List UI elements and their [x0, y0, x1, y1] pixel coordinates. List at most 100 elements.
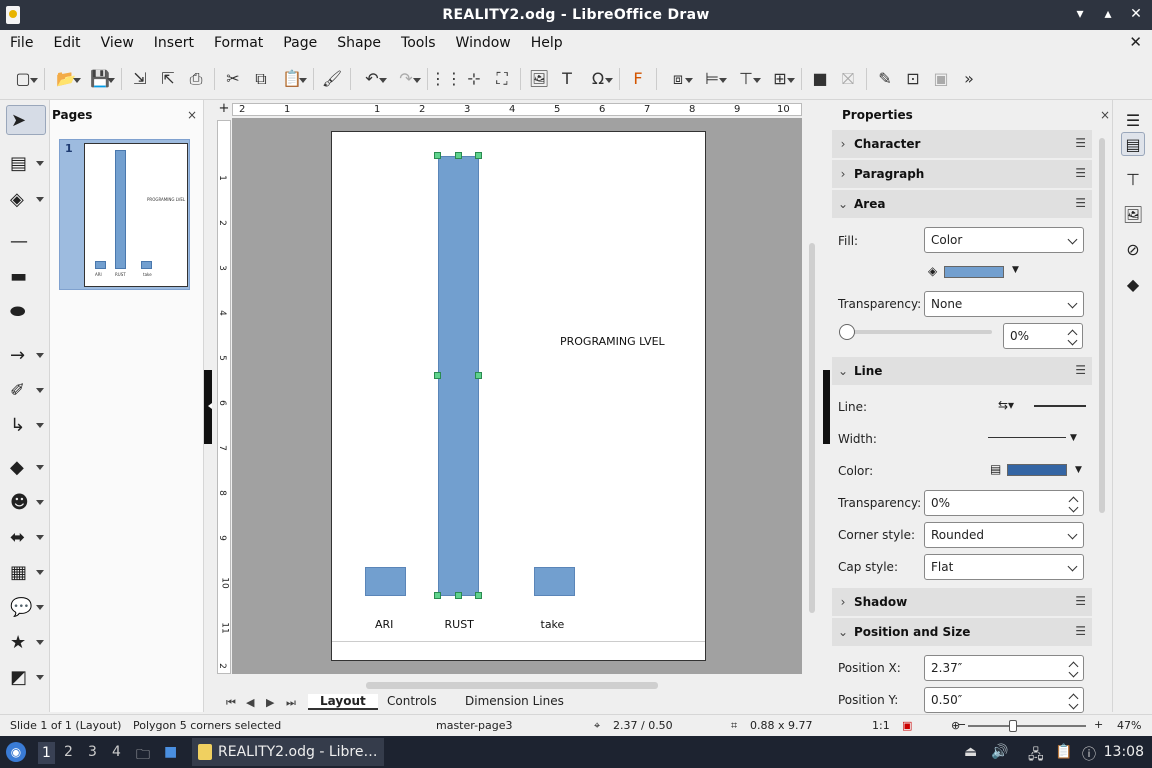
- fill-color-icon[interactable]: ◈: [6, 184, 46, 214]
- bar-label-take[interactable]: take: [541, 618, 565, 631]
- line-edit-icon[interactable]: ✎: [871, 65, 899, 93]
- connector-tool-icon[interactable]: ↳: [6, 410, 46, 440]
- fontwork-icon[interactable]: F: [624, 65, 652, 93]
- vertical-scroll-thumb[interactable]: [809, 243, 815, 613]
- clone-formatting-icon[interactable]: 🖌: [318, 65, 346, 93]
- tab-dimension-lines[interactable]: Dimension Lines: [453, 694, 576, 708]
- 3d-objects-icon[interactable]: ◩: [6, 662, 46, 692]
- section-paragraph[interactable]: › Paragraph ☰: [832, 160, 1092, 188]
- redo-icon[interactable]: ↷: [389, 65, 423, 93]
- callouts-icon[interactable]: 💬: [6, 592, 46, 622]
- volume-icon[interactable]: 🔊: [991, 744, 1008, 760]
- selection-handle[interactable]: [475, 592, 482, 599]
- menu-window[interactable]: Window: [446, 35, 521, 51]
- hamburger-icon[interactable]: ☰: [1121, 108, 1145, 132]
- position-x-field[interactable]: 2.37″: [924, 655, 1084, 681]
- chevron-down-icon[interactable]: ▼: [1070, 433, 1077, 443]
- line-arrows-icon[interactable]: ⇆▾: [998, 398, 1014, 412]
- glue-points-icon[interactable]: ⊡: [899, 65, 927, 93]
- menu-edit[interactable]: Edit: [43, 35, 90, 51]
- menu-page[interactable]: Page: [273, 35, 327, 51]
- zoom-page-icon[interactable]: ⛶: [488, 65, 516, 93]
- zoom-slider[interactable]: [968, 725, 1086, 727]
- hamburger-icon[interactable]: ☰: [1075, 136, 1086, 150]
- shadow-icon[interactable]: ■: [806, 65, 834, 93]
- vertical-scrollbar[interactable]: [806, 118, 818, 674]
- section-area[interactable]: ⌄ Area ☰: [832, 190, 1092, 218]
- hamburger-icon[interactable]: ☰: [1075, 196, 1086, 210]
- hamburger-icon[interactable]: ☰: [1075, 166, 1086, 180]
- status-zoom[interactable]: 47%: [1117, 719, 1141, 732]
- vertical-ruler[interactable]: 1 2 3 4 5 6 7 8 9 10 11 2: [217, 120, 231, 674]
- align-icon[interactable]: ⊨: [695, 65, 729, 93]
- document-modified-icon[interactable]: ▣: [902, 719, 912, 732]
- horizontal-ruler[interactable]: 2 1 1 2 3 4 5 6 7 8 9 10: [232, 103, 802, 116]
- first-tab-icon[interactable]: ⏮: [226, 696, 236, 710]
- bar-take[interactable]: [534, 567, 575, 596]
- toggle-extrusion-icon[interactable]: ▣: [927, 65, 955, 93]
- transparency-percent-field[interactable]: 0%: [1003, 323, 1083, 349]
- corner-style-select[interactable]: Rounded: [924, 522, 1084, 548]
- ruler-origin-icon[interactable]: +: [217, 102, 231, 116]
- export-pdf-icon[interactable]: ⇱: [154, 65, 182, 93]
- select-arrow-icon[interactable]: ➤: [6, 105, 46, 135]
- selection-handle[interactable]: [434, 152, 441, 159]
- rectangle-tool-icon[interactable]: ▬: [6, 261, 46, 291]
- line-color-icon[interactable]: ▤: [6, 148, 46, 178]
- desktop-icon[interactable]: ■: [164, 744, 177, 760]
- insert-image-icon[interactable]: 🖼: [525, 65, 553, 93]
- last-tab-icon[interactable]: ⏭: [286, 696, 296, 710]
- status-master-page[interactable]: master-page3: [436, 719, 513, 732]
- clipboard-icon[interactable]: 📋: [1055, 744, 1072, 760]
- section-character[interactable]: › Character ☰: [832, 130, 1092, 158]
- sidebar-splitter[interactable]: [820, 100, 830, 712]
- tray-upload-icon[interactable]: ⏏: [964, 744, 977, 760]
- area-transparency-select[interactable]: None: [924, 291, 1084, 317]
- print-icon[interactable]: ⎙: [182, 65, 210, 93]
- chevron-down-icon[interactable]: ▼: [1012, 265, 1019, 275]
- open-folder-icon[interactable]: 📂: [49, 65, 83, 93]
- close-pages-pane-button[interactable]: ×: [187, 108, 197, 122]
- selection-handle[interactable]: [434, 592, 441, 599]
- start-menu-icon[interactable]: ◉: [6, 742, 26, 762]
- more-tools-icon[interactable]: »: [955, 65, 983, 93]
- selection-handle[interactable]: [475, 152, 482, 159]
- hamburger-icon[interactable]: ☰: [1075, 363, 1086, 377]
- line-tool-icon[interactable]: —: [6, 226, 46, 256]
- selection-handle[interactable]: [475, 372, 482, 379]
- distribute-icon[interactable]: ⊞: [763, 65, 797, 93]
- workspace-4[interactable]: 4: [112, 744, 121, 760]
- drawing-page[interactable]: PROGRAMING LVEL ARI RUST take: [331, 131, 706, 661]
- sidebar-scrollbar[interactable]: [1097, 130, 1107, 710]
- sidebar-scroll-thumb[interactable]: [1099, 138, 1105, 513]
- line-transparency-field[interactable]: 0%: [924, 490, 1084, 516]
- close-sidebar-button[interactable]: ×: [1100, 108, 1110, 122]
- close-document-button[interactable]: ✕: [1129, 33, 1142, 51]
- close-window-button[interactable]: ✕: [1128, 6, 1144, 22]
- hamburger-icon[interactable]: ☰: [1075, 624, 1086, 638]
- bar-ari[interactable]: [365, 567, 406, 596]
- tab-layout[interactable]: Layout: [308, 694, 378, 710]
- spin-down-icon[interactable]: [1068, 502, 1079, 513]
- transparency-slider[interactable]: [840, 330, 992, 334]
- transformations-icon[interactable]: ⧈: [661, 65, 695, 93]
- copy-icon[interactable]: ⧉: [247, 65, 275, 93]
- tab-controls[interactable]: Controls: [375, 694, 449, 708]
- spin-down-icon[interactable]: [1068, 667, 1079, 678]
- prev-tab-icon[interactable]: ◀: [246, 696, 254, 709]
- helplines-icon[interactable]: ⊹: [460, 65, 488, 93]
- export-icon[interactable]: ⇲: [126, 65, 154, 93]
- gallery-deck-icon[interactable]: 🖼: [1121, 202, 1145, 226]
- menu-format[interactable]: Format: [204, 35, 273, 51]
- collapse-pages-pane-handle[interactable]: [204, 370, 212, 444]
- bar-label-rust[interactable]: RUST: [445, 618, 474, 631]
- flowchart-icon[interactable]: ▦: [6, 557, 46, 587]
- line-color-swatch[interactable]: [1007, 464, 1067, 476]
- spin-down-icon[interactable]: [1067, 335, 1078, 346]
- selection-handle[interactable]: [454, 592, 462, 599]
- selection-handle[interactable]: [434, 372, 441, 379]
- workspace-1[interactable]: 1: [38, 742, 55, 764]
- menu-view[interactable]: View: [91, 35, 144, 51]
- fill-select[interactable]: Color: [924, 227, 1084, 253]
- bar-label-ari[interactable]: ARI: [375, 618, 393, 631]
